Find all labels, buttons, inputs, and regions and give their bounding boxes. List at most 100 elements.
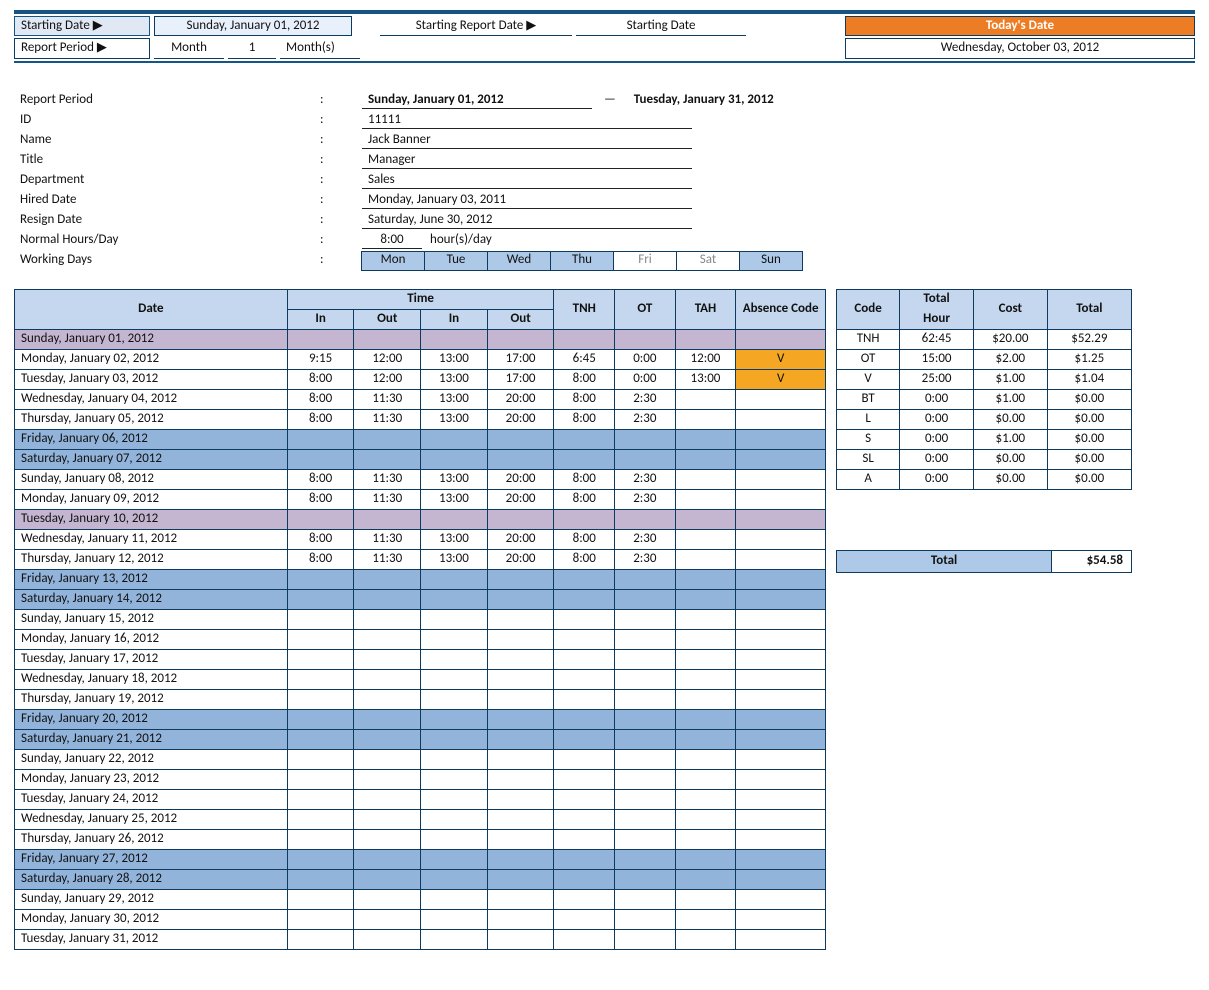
cell[interactable] [287,669,354,689]
cell[interactable] [736,929,826,949]
cell[interactable] [487,329,554,349]
cell[interactable]: 8:00 [287,409,354,429]
cell[interactable] [354,709,421,729]
cell[interactable] [421,589,488,609]
cell[interactable] [675,489,736,509]
cell[interactable] [487,809,554,829]
cell[interactable] [554,569,615,589]
day-fri[interactable]: Fri [613,251,677,271]
cell[interactable] [354,809,421,829]
cell[interactable] [736,469,826,489]
cell[interactable]: 0:00 [615,349,676,369]
cell[interactable] [354,889,421,909]
cell[interactable] [675,529,736,549]
cell[interactable] [421,569,488,589]
cell[interactable] [421,829,488,849]
cell[interactable] [675,669,736,689]
cell[interactable] [736,589,826,609]
cell[interactable] [615,789,676,809]
title-value[interactable]: Manager [362,152,692,169]
cell[interactable] [736,549,826,569]
cell[interactable] [421,429,488,449]
cell[interactable] [736,429,826,449]
cell[interactable] [736,409,826,429]
cell[interactable] [675,509,736,529]
cell[interactable] [554,849,615,869]
cell[interactable] [736,389,826,409]
cell[interactable]: 11:30 [354,389,421,409]
cell[interactable]: 13:00 [421,389,488,409]
cell[interactable] [354,609,421,629]
cell[interactable] [421,449,488,469]
cell[interactable] [736,489,826,509]
cell[interactable] [487,689,554,709]
month-value[interactable]: 1 [228,38,276,58]
cell[interactable] [554,449,615,469]
starting-date-value[interactable]: Sunday, January 01, 2012 [154,16,352,36]
cell[interactable] [287,749,354,769]
hired-date-value[interactable]: Monday, January 03, 2011 [362,192,692,209]
cell[interactable] [354,649,421,669]
cell[interactable] [615,609,676,629]
cell[interactable] [615,689,676,709]
cell[interactable] [736,909,826,929]
cell[interactable] [421,789,488,809]
cell[interactable]: 20:00 [487,469,554,489]
cell[interactable] [615,889,676,909]
cell[interactable] [487,509,554,529]
cell[interactable] [675,889,736,909]
cell[interactable]: 17:00 [487,349,554,369]
cell[interactable]: 11:30 [354,529,421,549]
cell[interactable]: 8:00 [554,489,615,509]
cell[interactable] [487,889,554,909]
cell[interactable] [421,509,488,529]
cell[interactable] [675,569,736,589]
cell[interactable] [287,689,354,709]
cell[interactable]: 13:00 [421,469,488,489]
cell[interactable] [554,829,615,849]
day-tue[interactable]: Tue [424,251,488,271]
cell[interactable]: 13:00 [675,369,736,389]
cell[interactable] [736,709,826,729]
cell[interactable] [354,449,421,469]
cell[interactable]: 9:15 [287,349,354,369]
cell[interactable]: V [736,349,826,369]
cell[interactable] [354,589,421,609]
cell[interactable] [615,669,676,689]
cell[interactable] [354,509,421,529]
cell[interactable] [675,609,736,629]
cell[interactable] [615,569,676,589]
normal-hours-value[interactable]: 8:00 [362,232,422,249]
cell[interactable] [421,329,488,349]
cell[interactable]: 13:00 [421,549,488,569]
cell[interactable] [487,629,554,649]
cell[interactable] [421,729,488,749]
cell[interactable] [736,689,826,709]
cell[interactable] [421,909,488,929]
cell[interactable] [354,329,421,349]
cell[interactable] [615,929,676,949]
cell[interactable] [736,529,826,549]
cell[interactable] [736,869,826,889]
cell[interactable] [287,769,354,789]
cell[interactable] [554,429,615,449]
cell[interactable]: V [736,369,826,389]
day-sun[interactable]: Sun [739,251,803,271]
cell[interactable]: 8:00 [554,529,615,549]
cell[interactable] [487,609,554,629]
cell[interactable] [354,669,421,689]
cell[interactable]: 2:30 [615,469,676,489]
cell[interactable] [487,869,554,889]
cell[interactable] [615,329,676,349]
cell[interactable]: 11:30 [354,409,421,429]
cell[interactable]: 12:00 [354,369,421,389]
cell[interactable] [421,609,488,629]
cell[interactable]: 8:00 [554,409,615,429]
cell[interactable] [287,789,354,809]
cell[interactable] [736,729,826,749]
cell[interactable] [287,849,354,869]
cell[interactable] [615,649,676,669]
cell[interactable] [421,869,488,889]
cell[interactable] [675,869,736,889]
cell[interactable] [487,669,554,689]
